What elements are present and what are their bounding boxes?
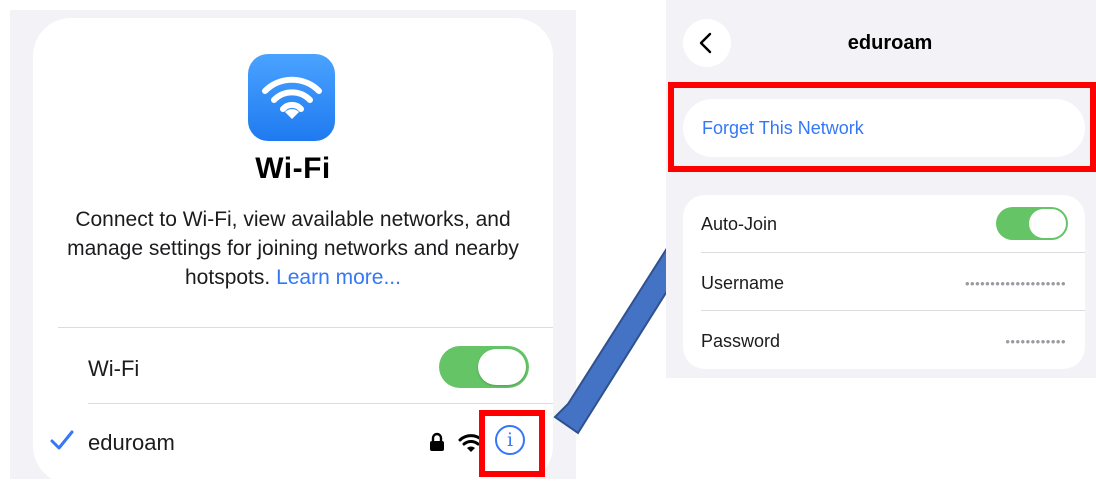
auto-join-toggle[interactable] <box>996 207 1068 240</box>
chevron-left-icon <box>699 32 712 54</box>
divider <box>701 310 1085 311</box>
highlight-box-forget <box>668 82 1096 172</box>
password-label: Password <box>701 331 781 351</box>
username-value[interactable]: •••••••••••••••••••• <box>965 276 1066 291</box>
network-title: eduroam <box>847 32 933 54</box>
divider <box>701 252 1085 253</box>
toggle-knob <box>1029 209 1066 238</box>
auto-join-label: Auto-Join <box>701 214 778 234</box>
username-label: Username <box>701 273 785 293</box>
password-value[interactable]: •••••••••••• <box>1005 334 1066 349</box>
back-button[interactable] <box>683 19 731 67</box>
